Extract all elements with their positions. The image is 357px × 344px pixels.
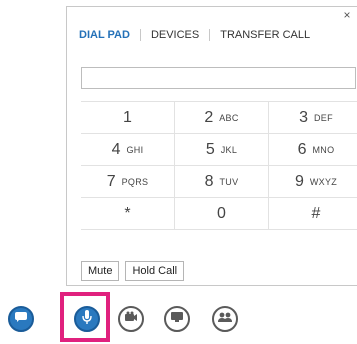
keypad-row: 1 2 ABC 3 DEF — [81, 101, 357, 133]
keypad-row: 7 PQRS 8 TUV 9 WXYZ — [81, 165, 357, 197]
im-button[interactable] — [8, 306, 34, 332]
call-controls: Mute Hold Call — [81, 261, 190, 281]
key-digit: 9 — [294, 172, 304, 190]
key-0[interactable]: 0 — [175, 198, 269, 229]
key-digit: 0 — [217, 204, 226, 222]
key-7[interactable]: 7 PQRS — [81, 166, 175, 197]
key-digit: 8 — [204, 172, 214, 190]
key-8[interactable]: 8 TUV — [175, 166, 269, 197]
conversation-area — [0, 0, 66, 290]
key-letters: PQRS — [121, 176, 149, 187]
dial-pad-popup: × DIAL PAD DEVICES TRANSFER CALL 1 2 ABC… — [66, 6, 357, 286]
tab-divider — [209, 29, 211, 41]
key-star[interactable]: * — [81, 198, 175, 229]
audio-button[interactable] — [74, 306, 100, 332]
key-letters: WXYZ — [309, 176, 338, 187]
key-letters: MNO — [312, 144, 335, 155]
key-6[interactable]: 6 MNO — [269, 134, 357, 165]
key-5[interactable]: 5 JKL — [175, 134, 269, 165]
key-2[interactable]: 2 ABC — [175, 102, 269, 133]
key-hash[interactable]: # — [269, 198, 357, 229]
hold-call-button[interactable]: Hold Call — [125, 261, 185, 281]
participants-icon — [217, 310, 233, 328]
mute-button[interactable]: Mute — [81, 261, 120, 281]
key-digit: 4 — [111, 140, 121, 158]
present-button[interactable] — [164, 306, 190, 332]
key-digit: 7 — [106, 172, 116, 190]
key-letters: DEF — [314, 112, 333, 123]
key-letters: GHI — [126, 144, 144, 155]
dial-number-input[interactable] — [81, 67, 356, 89]
key-9[interactable]: 9 WXYZ — [269, 166, 357, 197]
key-digit: # — [311, 204, 321, 222]
tab-divider — [139, 29, 141, 41]
keypad-row: 4 GHI 5 JKL 6 MNO — [81, 133, 357, 165]
key-1[interactable]: 1 — [81, 102, 175, 133]
conversation-window: × DIAL PAD DEVICES TRANSFER CALL 1 2 ABC… — [0, 0, 357, 344]
key-letters: ABC — [219, 112, 239, 123]
video-camera-icon — [124, 310, 138, 328]
key-letters: JKL — [220, 144, 238, 155]
close-icon[interactable]: × — [341, 9, 353, 21]
im-icon — [14, 310, 28, 328]
tab-transfer-call[interactable]: TRANSFER CALL — [220, 29, 310, 41]
keypad: 1 2 ABC 3 DEF 4 GHI 5 JKL 6 MNO 7 PQRS 8… — [81, 101, 357, 230]
key-digit: 5 — [205, 140, 215, 158]
tab-devices[interactable]: DEVICES — [151, 29, 199, 41]
popup-tabs: DIAL PAD DEVICES TRANSFER CALL — [79, 27, 310, 43]
key-digit: * — [124, 204, 131, 222]
keypad-row: * 0 # — [81, 197, 357, 230]
key-letters: TUV — [219, 176, 239, 187]
tab-dial-pad[interactable]: DIAL PAD — [79, 29, 130, 41]
key-digit: 2 — [204, 108, 214, 126]
key-digit: 3 — [299, 108, 308, 126]
presentation-icon — [170, 310, 184, 328]
key-3[interactable]: 3 DEF — [269, 102, 357, 133]
key-digit: 6 — [297, 140, 307, 158]
key-digit: 1 — [123, 108, 132, 126]
participants-button[interactable] — [212, 306, 238, 332]
video-button[interactable] — [118, 306, 144, 332]
key-4[interactable]: 4 GHI — [81, 134, 175, 165]
microphone-icon — [81, 309, 93, 330]
